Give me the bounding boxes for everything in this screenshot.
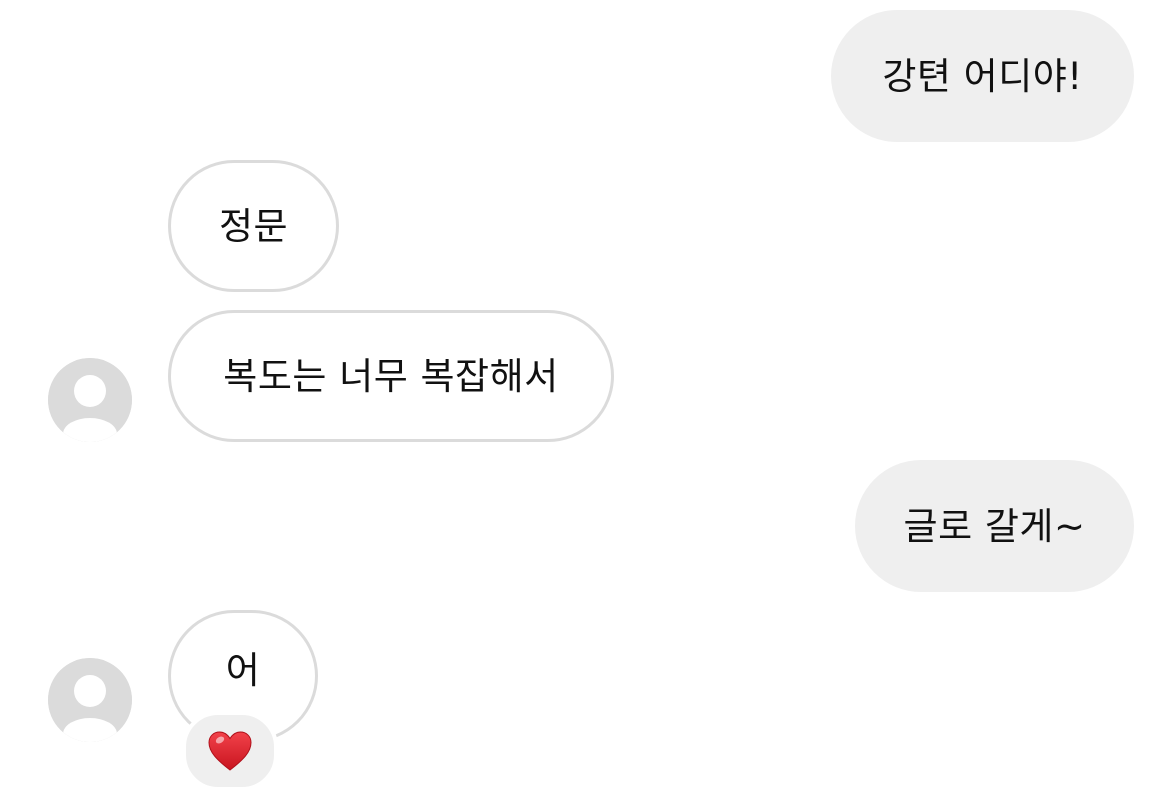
sender-avatar[interactable]: [48, 358, 132, 442]
message-text: 글로 갈게~: [903, 504, 1086, 548]
message-bubble-outgoing[interactable]: 글로 갈게~: [855, 460, 1134, 592]
message-text: 어: [225, 648, 261, 692]
message-bubble-incoming[interactable]: 복도는 너무 복잡해서: [168, 310, 614, 442]
message-text: 복도는 너무 복잡해서: [223, 354, 559, 398]
sender-avatar[interactable]: [48, 658, 132, 742]
default-profile-icon: [48, 358, 132, 442]
message-text: 강텬 어디야!: [882, 54, 1083, 98]
message-bubble-incoming[interactable]: 정문: [168, 160, 339, 292]
default-profile-icon: [48, 658, 132, 742]
message-text: 정문: [218, 204, 289, 248]
heart-icon: [208, 731, 252, 771]
message-reaction[interactable]: [182, 711, 278, 791]
message-bubble-outgoing[interactable]: 강텬 어디야!: [831, 10, 1134, 142]
